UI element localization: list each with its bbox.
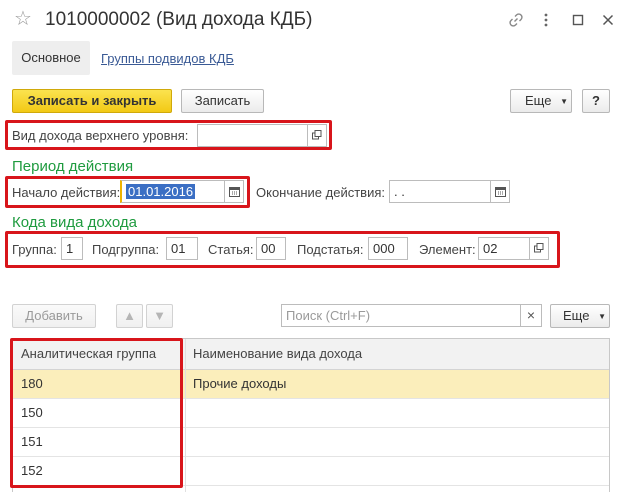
period-heading: Период действия bbox=[12, 158, 134, 175]
cell-income-name bbox=[185, 428, 193, 456]
start-date-label: Начало действия: bbox=[12, 185, 121, 200]
clear-search-icon[interactable]: × bbox=[520, 304, 542, 327]
arrow-up-icon: ▲ bbox=[123, 308, 136, 323]
article-label: Статья: bbox=[208, 242, 254, 257]
save-and-close-button[interactable]: Записать и закрыть bbox=[12, 89, 172, 113]
element-input[interactable]: 02 bbox=[478, 237, 530, 260]
cell-income-name bbox=[185, 399, 193, 427]
column-header-income-name[interactable]: Наименование вида дохода bbox=[185, 339, 362, 369]
cell-income-name: Прочие доходы bbox=[193, 376, 287, 391]
top-level-label: Вид дохода верхнего уровня: bbox=[12, 128, 189, 143]
table-more-button[interactable]: Еще ▼ bbox=[550, 304, 610, 328]
search-input[interactable]: Поиск (Ctrl+F) bbox=[281, 304, 521, 327]
group-label: Группа: bbox=[12, 242, 57, 257]
column-divider bbox=[185, 339, 186, 492]
help-button[interactable]: ? bbox=[582, 89, 610, 113]
end-date-input[interactable]: . . bbox=[389, 180, 491, 203]
article-input[interactable]: 00 bbox=[256, 237, 286, 260]
group-input[interactable]: 1 bbox=[61, 237, 83, 260]
start-date-input[interactable]: 01.01.2016 bbox=[120, 180, 225, 203]
subarticle-input[interactable]: 000 bbox=[368, 237, 408, 260]
dropdown-arrow-icon: ▼ bbox=[598, 312, 606, 321]
open-icon[interactable] bbox=[307, 124, 327, 147]
subgroup-input[interactable]: 01 bbox=[166, 237, 198, 260]
maximize-icon[interactable] bbox=[568, 10, 588, 30]
end-date-label: Окончание действия: bbox=[256, 185, 385, 200]
more-vertical-icon[interactable] bbox=[536, 10, 556, 30]
highlight-analytic-group-column bbox=[10, 338, 183, 488]
save-button[interactable]: Записать bbox=[181, 89, 264, 113]
more-button[interactable]: Еще ▼ bbox=[510, 89, 572, 113]
codes-heading: Кода вида дохода bbox=[12, 214, 137, 231]
element-label: Элемент: bbox=[419, 242, 476, 257]
calendar-icon[interactable] bbox=[490, 180, 510, 203]
tab-subgroups[interactable]: Группы подвидов КДБ bbox=[101, 51, 234, 66]
window-title: 1010000002 (Вид дохода КДБ) bbox=[45, 9, 313, 30]
link-icon[interactable] bbox=[506, 10, 526, 30]
arrow-down-icon: ▼ bbox=[153, 308, 166, 323]
move-up-button[interactable]: ▲ bbox=[116, 304, 143, 328]
favorite-star-icon[interactable]: ☆ bbox=[14, 9, 32, 29]
add-button[interactable]: Добавить bbox=[12, 304, 96, 328]
move-down-button[interactable]: ▼ bbox=[146, 304, 173, 328]
top-level-input[interactable] bbox=[197, 124, 308, 147]
cell-income-name bbox=[185, 457, 193, 485]
close-icon[interactable] bbox=[598, 10, 618, 30]
open-icon[interactable] bbox=[529, 237, 549, 260]
table-more-label: Еще bbox=[563, 308, 590, 323]
dropdown-arrow-icon: ▼ bbox=[560, 97, 568, 106]
start-date-value: 01.01.2016 bbox=[126, 184, 196, 199]
subgroup-label: Подгруппа: bbox=[92, 242, 160, 257]
calendar-icon[interactable] bbox=[224, 180, 244, 203]
more-button-label: Еще bbox=[525, 93, 552, 108]
tab-main[interactable]: Основное bbox=[12, 41, 90, 75]
subarticle-label: Подстатья: bbox=[297, 242, 364, 257]
